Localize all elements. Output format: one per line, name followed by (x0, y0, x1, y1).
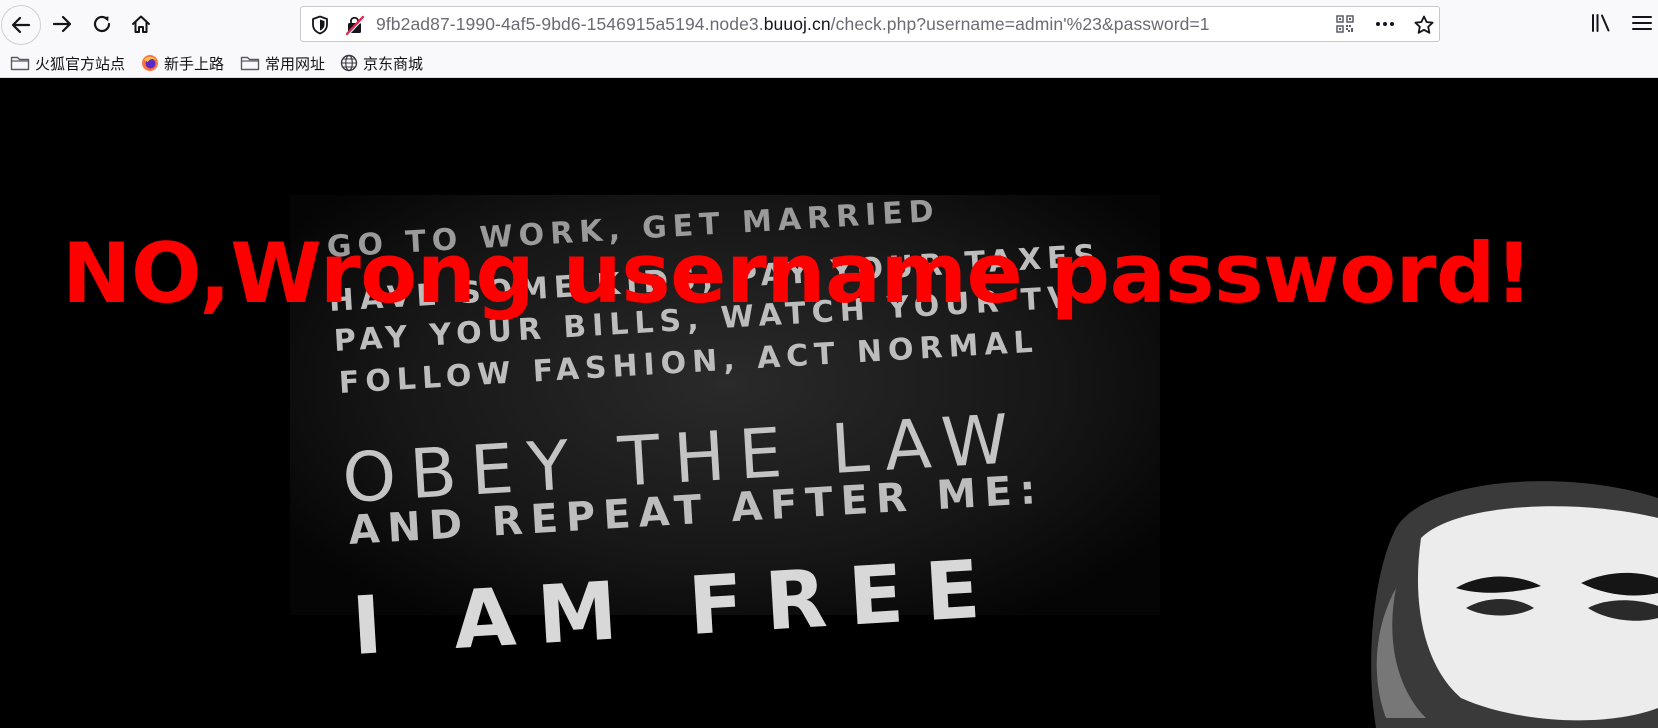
folder-icon (10, 55, 30, 71)
home-icon (132, 15, 150, 33)
bookmark-item[interactable]: 火狐官方站点 (10, 51, 125, 75)
browser-toolbar: 9fb2ad87-1990-4af5-9bd6-1546915a5194.nod… (0, 0, 1658, 48)
bookmark-item[interactable]: 京东商城 (340, 51, 423, 75)
reload-button[interactable] (82, 4, 122, 44)
bookmark-label: 常用网址 (265, 55, 326, 73)
globe-icon (340, 54, 358, 72)
bookmarks-bar: 火狐官方站点 新手上路 常用网址 京东商城 (0, 48, 1658, 78)
home-button[interactable] (121, 4, 161, 44)
more-options-icon[interactable] (1374, 14, 1396, 34)
url-text[interactable]: 9fb2ad87-1990-4af5-9bd6-1546915a5194.nod… (376, 14, 1210, 35)
firefox-icon (141, 54, 159, 72)
hamburger-menu-icon[interactable] (1631, 13, 1653, 33)
forward-button[interactable] (42, 4, 82, 44)
bookmark-item[interactable]: 常用网址 (240, 51, 325, 75)
qr-code-icon[interactable] (1336, 15, 1354, 33)
bookmark-item[interactable]: 新手上路 (141, 51, 224, 75)
guy-fawkes-mask-image (1371, 481, 1658, 728)
url-suffix: /check.php?username=admin'%23&password=1 (830, 14, 1210, 34)
arrow-left-icon (11, 16, 31, 34)
library-icon[interactable] (1590, 13, 1612, 33)
insecure-lock-icon[interactable] (345, 14, 365, 36)
arrow-right-icon (52, 15, 72, 33)
url-prefix: 9fb2ad87-1990-4af5-9bd6-1546915a5194.nod… (376, 14, 764, 34)
shield-icon[interactable] (311, 15, 329, 35)
reload-icon (93, 15, 111, 33)
folder-icon (240, 55, 260, 71)
url-domain: buuoj.cn (763, 14, 831, 34)
error-message: NO,Wrong username password! (62, 225, 1533, 322)
address-bar[interactable]: 9fb2ad87-1990-4af5-9bd6-1546915a5194.nod… (300, 6, 1440, 42)
back-button[interactable] (1, 5, 41, 45)
bookmark-label: 京东商城 (363, 55, 424, 73)
bookmark-star-icon[interactable] (1413, 14, 1435, 36)
bookmark-label: 火狐官方站点 (35, 55, 126, 73)
bookmark-label: 新手上路 (164, 55, 225, 73)
